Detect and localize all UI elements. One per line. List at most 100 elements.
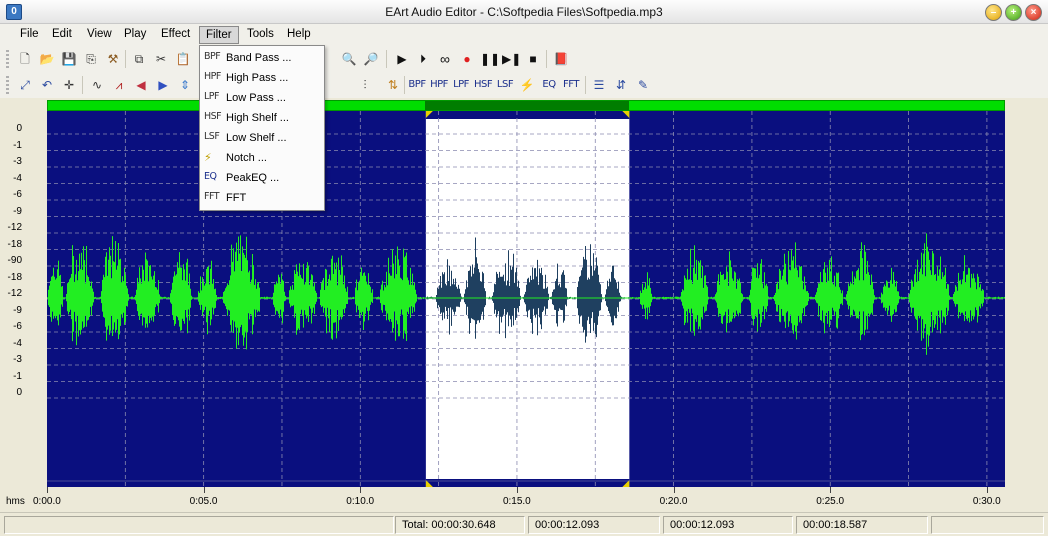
undo-icon[interactable]: ↶ — [38, 76, 56, 94]
toolbar-separator — [585, 76, 586, 94]
save-icon[interactable]: 💾 — [60, 50, 78, 68]
toolbar-separator — [82, 76, 83, 94]
mix-icon[interactable]: ⇵ — [612, 76, 630, 94]
waveform-graphic — [47, 111, 1005, 487]
sort-icon[interactable]: ⇅ — [384, 76, 402, 94]
high-pass-icon: HPF — [204, 71, 221, 82]
overview-selection[interactable] — [425, 101, 629, 110]
record-icon[interactable]: ● — [458, 50, 476, 68]
overview-bar[interactable] — [47, 100, 1005, 111]
amplify-icon[interactable]: ⇕ — [176, 76, 194, 94]
db-scale-label: -6 — [13, 321, 22, 332]
filter-item-label: High Shelf ... — [226, 112, 289, 124]
db-scale-label: -9 — [13, 304, 22, 316]
filter-low-shelf-item[interactable]: LSF Low Shelf ... — [200, 128, 324, 148]
new-file-icon[interactable]: 🗋 — [16, 50, 34, 68]
open-folder-icon[interactable]: 📂 — [38, 50, 56, 68]
close-button[interactable]: × — [1025, 4, 1042, 21]
db-scale-label: -3 — [13, 354, 22, 365]
time-label: 0:25.0 — [816, 496, 845, 507]
fft-tool[interactable]: FFT — [562, 76, 580, 94]
pause-icon[interactable]: ❚❚ — [480, 50, 500, 68]
loop-icon[interactable]: ∞ — [436, 50, 454, 68]
menu-tools[interactable]: Tools — [241, 26, 280, 44]
time-tick — [986, 487, 988, 493]
fade-out-icon[interactable]: ▶ — [154, 76, 172, 94]
play-selection-icon[interactable]: ⏵ — [414, 50, 432, 68]
properties-icon[interactable]: ⚒ — [104, 50, 122, 68]
menu-filter[interactable]: Filter — [199, 26, 239, 44]
help-book-icon[interactable]: 📕 — [552, 50, 570, 68]
hpf-tool[interactable]: HPF — [430, 76, 448, 94]
filter-low-pass-item[interactable]: LPF Low Pass ... — [200, 88, 324, 108]
time-ruler: hms 0:00.0 0:05.0 0:10.0 0:15.0 0:20.0 0:25.0… — [0, 496, 1048, 512]
list-icon[interactable]: ☰ — [590, 76, 608, 94]
menu-help[interactable]: Help — [281, 26, 317, 44]
menu-file[interactable]: File — [14, 26, 45, 44]
notch-icon: ⚡ — [204, 151, 212, 164]
lpf-tool[interactable]: LPF — [452, 76, 470, 94]
maximize-button[interactable]: + — [1005, 4, 1022, 21]
hsf-tool[interactable]: HSF — [474, 76, 493, 94]
filter-item-label: Band Pass ... — [226, 52, 292, 64]
status-total-length: Total: 00:00:30.648 — [395, 516, 525, 534]
save-as-icon[interactable]: ⎘ — [82, 50, 100, 68]
select-icon[interactable]: ⤢ — [16, 76, 34, 94]
db-scale-label: -6 — [13, 189, 22, 200]
cut-icon[interactable]: ✂ — [152, 50, 170, 68]
time-label: 0:30.0 — [972, 496, 1001, 507]
status-selection-end: 00:00:18.587 — [796, 516, 928, 534]
bpf-tool[interactable]: BPF — [408, 76, 426, 94]
normalize-icon[interactable]: ⩘ — [110, 76, 128, 94]
filter-band-pass-item[interactable]: BPF Band Pass ... — [200, 48, 324, 68]
db-scale-label: -1 — [13, 139, 22, 151]
filter-item-label: Low Pass ... — [226, 92, 286, 104]
effects-toolbar: ⤢ ↶ ✛ ∿ ⩘ ◀ ▶ ⇕ ⫶ ⇅ BPF HPF LPF HSF LSF … — [0, 72, 1048, 98]
minimize-button[interactable]: – — [985, 4, 1002, 21]
menu-play[interactable]: Play — [118, 26, 152, 44]
step-icon[interactable]: ▶❚ — [502, 50, 521, 68]
time-tick — [360, 487, 362, 493]
menu-view[interactable]: View — [81, 26, 118, 44]
edit-pen-icon[interactable]: ✎ — [634, 76, 652, 94]
copy-icon[interactable]: ⧉ — [130, 50, 148, 68]
filter-peakeq-item[interactable]: EQ PeakEQ ... — [200, 168, 324, 188]
zoom-in-icon[interactable]: 🔍 — [340, 50, 358, 68]
band-pass-icon: BPF — [204, 51, 221, 62]
status-message — [4, 516, 394, 534]
db-scale-label: -1 — [13, 370, 22, 382]
menu-effect[interactable]: Effect — [155, 26, 196, 44]
lsf-tool[interactable]: LSF — [496, 76, 514, 94]
title-bar: 0 EArt Audio Editor - C:\Softpedia Files… — [0, 0, 1048, 24]
time-label: 0:20.0 — [659, 496, 688, 507]
filter-high-shelf-item[interactable]: HSF High Shelf ... — [200, 108, 324, 128]
peakeq-tool[interactable]: EQ — [540, 76, 558, 94]
filter-high-pass-item[interactable]: HPF High Pass ... — [200, 68, 324, 88]
silence-icon[interactable]: ⫶ — [356, 76, 374, 94]
fade-in-icon[interactable]: ◀ — [132, 76, 150, 94]
filter-dropdown-menu: BPF Band Pass ... HPF High Pass ... LPF … — [199, 45, 325, 211]
time-tick — [516, 487, 518, 493]
play-icon[interactable]: ▶ — [393, 50, 411, 68]
zoom-out-icon[interactable]: 🔎 — [362, 50, 380, 68]
waveform-view[interactable] — [47, 111, 1005, 487]
filter-item-label: PeakEQ ... — [226, 172, 280, 184]
db-scale-label: -9 — [13, 205, 22, 217]
toolbar-grip[interactable] — [6, 50, 9, 68]
wave-icon[interactable]: ∿ — [88, 76, 106, 94]
filter-fft-item[interactable]: FFT FFT — [200, 188, 324, 208]
status-bar: Total: 00:00:30.648 00:00:12.093 00:00:1… — [0, 512, 1048, 536]
db-scale-label: -3 — [13, 156, 22, 167]
menu-edit[interactable]: Edit — [46, 26, 78, 44]
filter-notch-item[interactable]: ⚡ Notch ... — [200, 148, 324, 168]
toolbar-grip[interactable] — [6, 76, 9, 94]
stop-icon[interactable]: ■ — [524, 50, 542, 68]
fft-icon: FFT — [204, 191, 220, 202]
paste-icon[interactable]: 📋 — [174, 50, 192, 68]
time-label: 0:05.0 — [189, 496, 218, 507]
db-scale-label: -4 — [13, 337, 22, 349]
db-scale-label: -18 — [7, 238, 22, 250]
cursor-icon[interactable]: ✛ — [60, 76, 78, 94]
notch-icon[interactable]: ⚡ — [518, 76, 536, 94]
filter-item-label: Low Shelf ... — [226, 132, 287, 144]
